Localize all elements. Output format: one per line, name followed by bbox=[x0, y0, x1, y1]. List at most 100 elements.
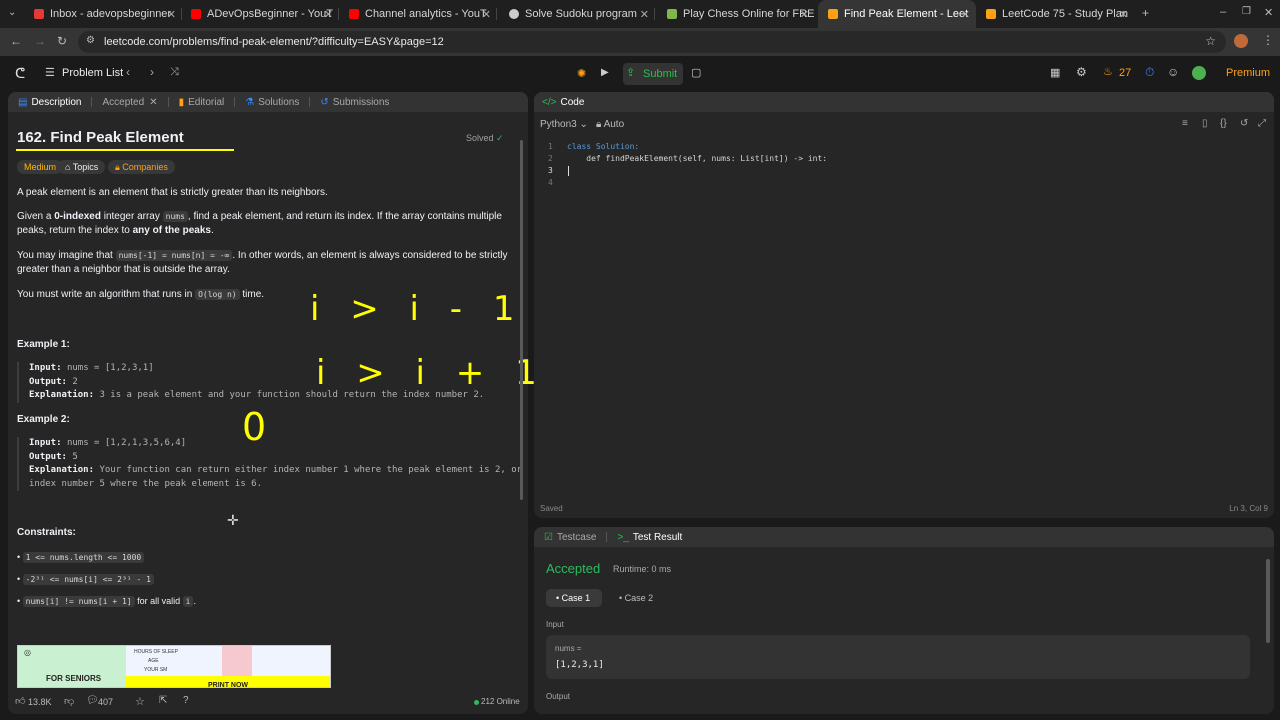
close-icon[interactable]: ✕ bbox=[640, 8, 649, 21]
browser-menu-icon[interactable]: ⋮ bbox=[1262, 33, 1274, 47]
url-bar[interactable]: ⚙ leetcode.com/problems/find-peak-elemen… bbox=[78, 31, 1226, 53]
premium-link[interactable]: Premium bbox=[1226, 67, 1270, 79]
companies-tag[interactable]: 🔒︎ Companies bbox=[108, 160, 175, 174]
tab-search-icon[interactable]: ⌄ bbox=[8, 7, 16, 18]
minimize-icon[interactable]: – bbox=[1220, 6, 1226, 18]
format-icon[interactable]: ≡ bbox=[1182, 118, 1188, 129]
help-icon[interactable]: ? bbox=[183, 695, 189, 706]
checkbox-icon: ☑ bbox=[544, 531, 553, 543]
cursor-position: Ln 3, Col 9 bbox=[1229, 504, 1268, 513]
problem-list-link[interactable]: Problem List bbox=[62, 67, 123, 79]
book-icon: ▮ bbox=[178, 96, 185, 108]
submit-button[interactable]: ⇪ Submit bbox=[623, 63, 683, 85]
bookmark-star-icon[interactable]: ☆ bbox=[1205, 34, 1216, 48]
browser-tab[interactable]: Play Chess Online for FRE ✕ bbox=[657, 0, 815, 28]
tab-solutions[interactable]: ⚗ Solutions bbox=[245, 97, 299, 108]
close-icon[interactable]: ✕ bbox=[800, 8, 809, 21]
difficulty-badge[interactable]: Medium bbox=[17, 160, 64, 174]
comment-icon[interactable]: 💬︎ bbox=[86, 695, 99, 706]
friends-icon[interactable]: ☺ bbox=[1167, 65, 1179, 79]
run-icon[interactable]: ▶ bbox=[601, 67, 609, 78]
output-label: Output bbox=[546, 692, 571, 701]
line-number: 4 bbox=[548, 178, 553, 187]
code-editor[interactable]: 1 2 3 4 class Solution: def findPeakElem… bbox=[534, 140, 1264, 500]
tab-accepted[interactable]: Accepted ✕ bbox=[102, 97, 157, 108]
text: time. bbox=[239, 289, 265, 300]
upload-icon: ⇪ bbox=[626, 67, 636, 79]
comment-count[interactable]: 407 bbox=[98, 697, 113, 707]
timer-icon[interactable]: ⏱ bbox=[1145, 65, 1154, 80]
close-icon[interactable]: ✕ bbox=[167, 8, 176, 21]
auto-mode[interactable]: 🔒︎ Auto bbox=[596, 119, 624, 130]
tab-submissions[interactable]: ↺ Submissions bbox=[320, 97, 389, 108]
browser-tab[interactable]: LeetCode 75 - Study Plan ✕ bbox=[978, 0, 1134, 28]
close-icon[interactable]: ✕ bbox=[324, 8, 333, 21]
flask-icon: ⚗ bbox=[245, 96, 255, 108]
ad-cta: PRINT NOW bbox=[126, 676, 330, 689]
notes-icon[interactable]: ▢ bbox=[691, 66, 701, 79]
streak-count[interactable]: 27 bbox=[1119, 67, 1131, 79]
favorite-star-icon[interactable]: ☆ bbox=[135, 695, 145, 708]
tab-description[interactable]: ▤ Description bbox=[18, 97, 81, 108]
ad-logo-icon: ◎ bbox=[24, 648, 31, 657]
tab-title: Play Chess Online for FRE bbox=[683, 8, 815, 20]
restore-icon[interactable]: ❐ bbox=[1242, 6, 1251, 17]
reload-icon[interactable]: ↻ bbox=[57, 34, 67, 48]
code-line: def findPeakElement(self, nums: List[int… bbox=[567, 154, 827, 163]
new-tab-icon[interactable]: + bbox=[1142, 6, 1149, 20]
close-icon[interactable]: ✕ bbox=[149, 97, 157, 108]
case-1-label: • Case 1 bbox=[556, 593, 591, 603]
fullscreen-icon[interactable]: ⤢ bbox=[1258, 118, 1266, 129]
braces-icon[interactable]: {} bbox=[1220, 118, 1227, 129]
leetcode-logo-icon[interactable]: ᕦ bbox=[15, 65, 25, 82]
site-info-icon[interactable]: ⚙ bbox=[86, 35, 95, 46]
profile-avatar[interactable] bbox=[1234, 34, 1248, 48]
debug-icon[interactable]: ✺ bbox=[577, 67, 586, 80]
settings-icon[interactable]: ⚙ bbox=[1076, 65, 1087, 79]
list-icon[interactable]: ☰ bbox=[45, 66, 55, 79]
language-selector[interactable]: Python3 ⌄ bbox=[540, 119, 588, 130]
constraint-item: • -2³¹ <= nums[i] <= 2³¹ - 1 bbox=[17, 574, 154, 585]
prev-problem-icon[interactable]: ‹ bbox=[126, 65, 130, 79]
dislike-icon[interactable]: 👎︎ bbox=[64, 695, 74, 707]
topics-tag[interactable]: ⌂ Topics bbox=[58, 160, 106, 174]
globe-icon bbox=[509, 9, 519, 19]
browser-tab[interactable]: ADevOpsBeginner - YouT ✕ bbox=[183, 0, 339, 28]
browser-tab[interactable]: Solve Sudoku program ✕ bbox=[499, 0, 655, 28]
constraints-title: Constraints: bbox=[17, 527, 76, 538]
close-icon[interactable]: ✕ bbox=[1119, 8, 1128, 21]
bookmark-icon[interactable]: ▯ bbox=[1202, 118, 1208, 129]
tab-test-result[interactable]: >_ Test Result bbox=[617, 532, 682, 543]
forward-icon[interactable]: → bbox=[34, 34, 46, 48]
example-1-title: Example 1: bbox=[17, 339, 70, 350]
url-text[interactable]: leetcode.com/problems/find-peak-element/… bbox=[104, 36, 444, 48]
case-2-button[interactable]: • Case 2 bbox=[610, 589, 666, 607]
tab-testcase[interactable]: ☑ Testcase bbox=[544, 532, 596, 543]
tab-editorial[interactable]: ▮ Editorial bbox=[179, 97, 225, 108]
browser-tab-active[interactable]: Find Peak Element - Leet ✕ bbox=[818, 0, 976, 28]
submit-label: Submit bbox=[643, 68, 678, 80]
like-count[interactable]: 13.8K bbox=[28, 697, 52, 707]
share-icon[interactable]: ⇱ bbox=[159, 695, 167, 706]
close-icon[interactable]: ✕ bbox=[482, 8, 491, 21]
reset-icon[interactable]: ↺ bbox=[1240, 118, 1248, 129]
layout-icon[interactable]: ▦ bbox=[1050, 66, 1060, 79]
browser-tab[interactable]: Channel analytics - YouT ✕ bbox=[341, 0, 497, 28]
back-icon[interactable]: ← bbox=[10, 34, 22, 48]
window-close-icon[interactable]: ✕ bbox=[1264, 6, 1273, 19]
like-icon[interactable]: 👍︎ bbox=[15, 695, 25, 707]
code-icon: </> bbox=[542, 96, 557, 108]
browser-tab[interactable]: Inbox - adevopsbeginner ✕ bbox=[26, 0, 182, 28]
advertisement-banner[interactable]: ◎ FOR SENIORS HOURS OF SLEEP AGE YOUR SM… bbox=[17, 645, 331, 689]
auto-label: Auto bbox=[603, 119, 625, 130]
description-scrollbar[interactable] bbox=[520, 140, 523, 500]
user-avatar[interactable] bbox=[1192, 66, 1206, 80]
case-1-button[interactable]: • Case 1 bbox=[546, 589, 602, 607]
next-problem-icon[interactable]: › bbox=[150, 65, 154, 79]
saved-status: Saved bbox=[540, 504, 563, 513]
close-icon[interactable]: ✕ bbox=[961, 8, 970, 21]
chevron-down-icon: ⌄ bbox=[579, 119, 588, 130]
text-cursor bbox=[568, 166, 569, 176]
shuffle-icon[interactable]: ⤨ bbox=[170, 66, 179, 79]
result-scrollbar[interactable] bbox=[1266, 559, 1270, 643]
